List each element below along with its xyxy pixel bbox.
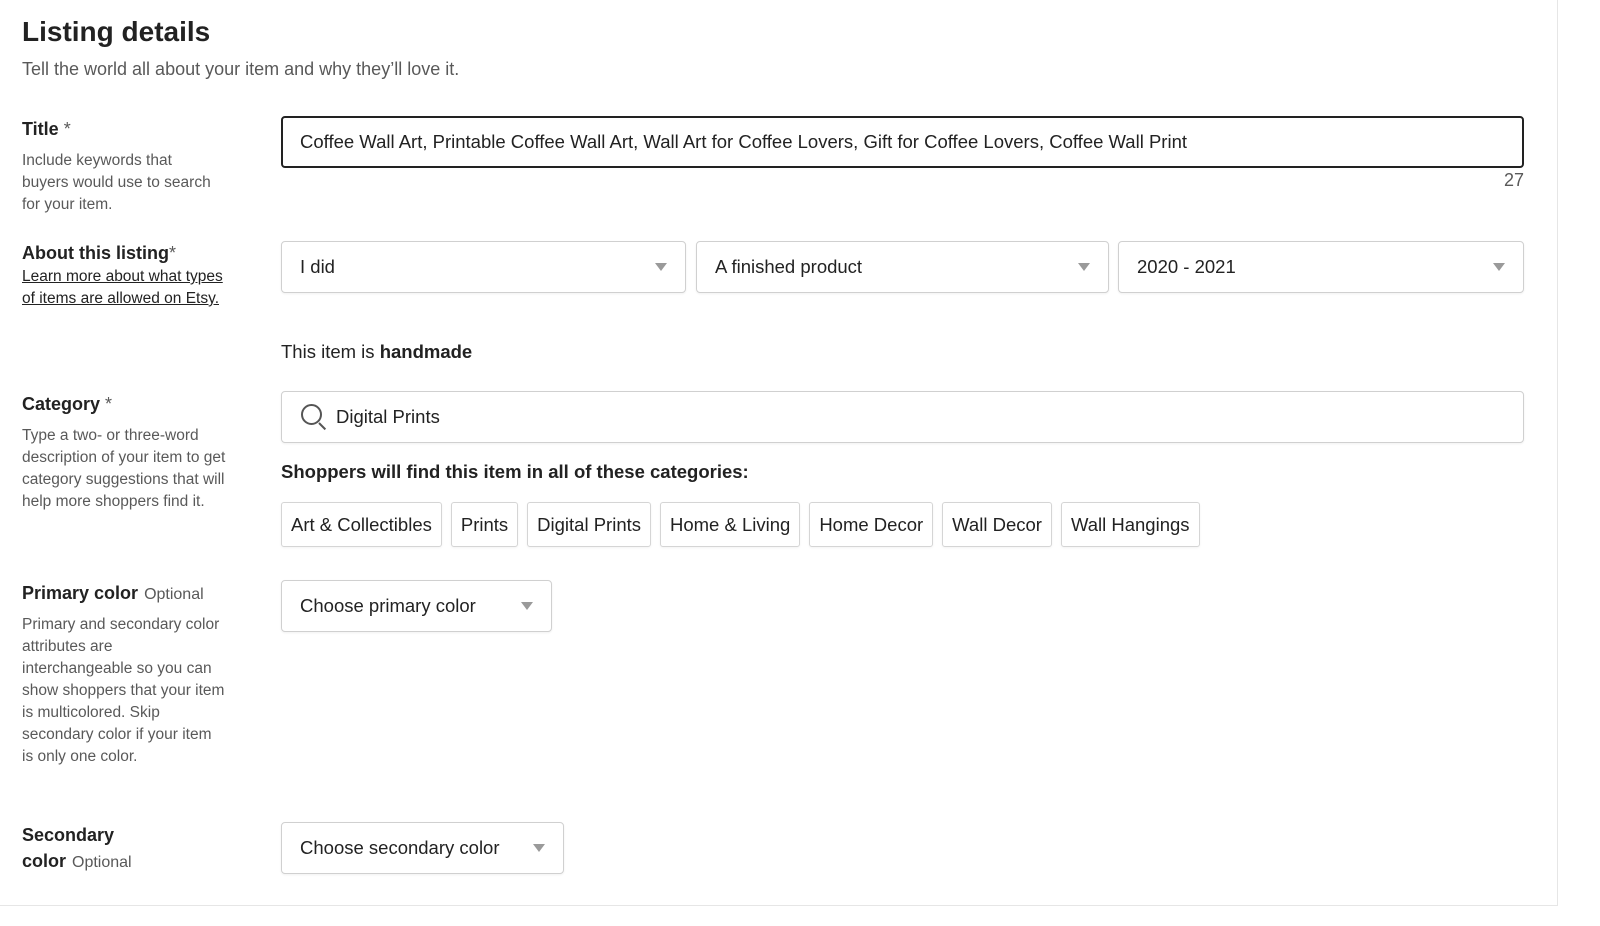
what-is-it-value: A finished product bbox=[715, 256, 863, 277]
category-chip: Home & Living bbox=[660, 502, 801, 547]
category-search-input[interactable]: Digital Prints bbox=[281, 391, 1524, 443]
category-chip: Prints bbox=[450, 502, 519, 547]
what-is-it-select[interactable]: A finished product bbox=[696, 241, 1109, 293]
secondary-color-label: Secondary color Optional bbox=[22, 822, 132, 876]
who-made-value: I did bbox=[300, 256, 335, 277]
title-input-value: Coffee Wall Art, Printable Coffee Wall A… bbox=[300, 131, 1187, 152]
category-label-text: Category bbox=[22, 394, 101, 414]
category-chip: Art & Collectibles bbox=[281, 502, 442, 547]
primary-color-label-text: Primary color bbox=[22, 583, 139, 603]
title-label: Title * bbox=[22, 116, 71, 142]
section-title: Listing details bbox=[22, 16, 211, 47]
chevron-down-icon bbox=[533, 844, 545, 852]
allowed-items-link[interactable]: Learn more about what types of items are… bbox=[22, 266, 234, 310]
category-help: Type a two- or three-word description of… bbox=[22, 427, 226, 510]
title-help: Include keywords that buyers would use t… bbox=[22, 152, 211, 213]
category-chip: Home Decor bbox=[809, 502, 934, 547]
category-input-value: Digital Prints bbox=[336, 406, 440, 427]
primary-color-placeholder: Choose primary color bbox=[300, 595, 476, 616]
required-mark: * bbox=[168, 243, 176, 263]
title-input[interactable]: Coffee Wall Art, Printable Coffee Wall A… bbox=[281, 116, 1524, 168]
required-mark: * bbox=[63, 119, 71, 139]
primary-color-label: Primary color Optional bbox=[22, 580, 204, 608]
secondary-color-label-line2: color bbox=[22, 851, 67, 871]
section-subtitle: Tell the world all about your item and w… bbox=[22, 59, 460, 79]
category-chip: Digital Prints bbox=[527, 502, 651, 547]
title-label-text: Title bbox=[22, 119, 59, 139]
chevron-down-icon bbox=[521, 602, 533, 610]
required-mark: * bbox=[105, 394, 113, 414]
category-label: Category * bbox=[22, 391, 112, 417]
chevron-down-icon bbox=[1078, 263, 1090, 271]
category-chip: Wall Decor bbox=[942, 502, 1052, 547]
listing-details-page: Listing details Tell the world all about… bbox=[0, 0, 1558, 906]
categories-heading: Shoppers will find this item in all of t… bbox=[281, 461, 749, 482]
category-chips: Art & Collectibles Prints Digital Prints… bbox=[281, 502, 1200, 547]
handmade-status: This item is handmade bbox=[281, 341, 472, 363]
chevron-down-icon bbox=[655, 263, 667, 271]
handmade-prefix: This item is bbox=[281, 341, 375, 362]
category-chip: Wall Hangings bbox=[1060, 502, 1200, 547]
primary-color-help: Primary and secondary color attributes a… bbox=[22, 616, 225, 765]
secondary-color-placeholder: Choose secondary color bbox=[300, 837, 500, 858]
about-label-text: About this listing bbox=[22, 243, 169, 263]
secondary-color-label-line1: Secondary bbox=[22, 825, 115, 845]
optional-tag: Optional bbox=[72, 854, 132, 871]
optional-tag: Optional bbox=[144, 586, 204, 603]
when-made-value: 2020 - 2021 bbox=[1137, 256, 1236, 277]
title-char-counter: 27 bbox=[1503, 170, 1524, 190]
primary-color-select[interactable]: Choose primary color bbox=[281, 580, 552, 632]
secondary-color-select[interactable]: Choose secondary color bbox=[281, 822, 564, 874]
search-icon bbox=[300, 403, 328, 431]
about-label: About this listing* bbox=[22, 240, 176, 266]
handmade-word: handmade bbox=[379, 341, 473, 362]
who-made-select[interactable]: I did bbox=[281, 241, 686, 293]
when-made-select[interactable]: 2020 - 2021 bbox=[1118, 241, 1524, 293]
chevron-down-icon bbox=[1493, 263, 1505, 271]
